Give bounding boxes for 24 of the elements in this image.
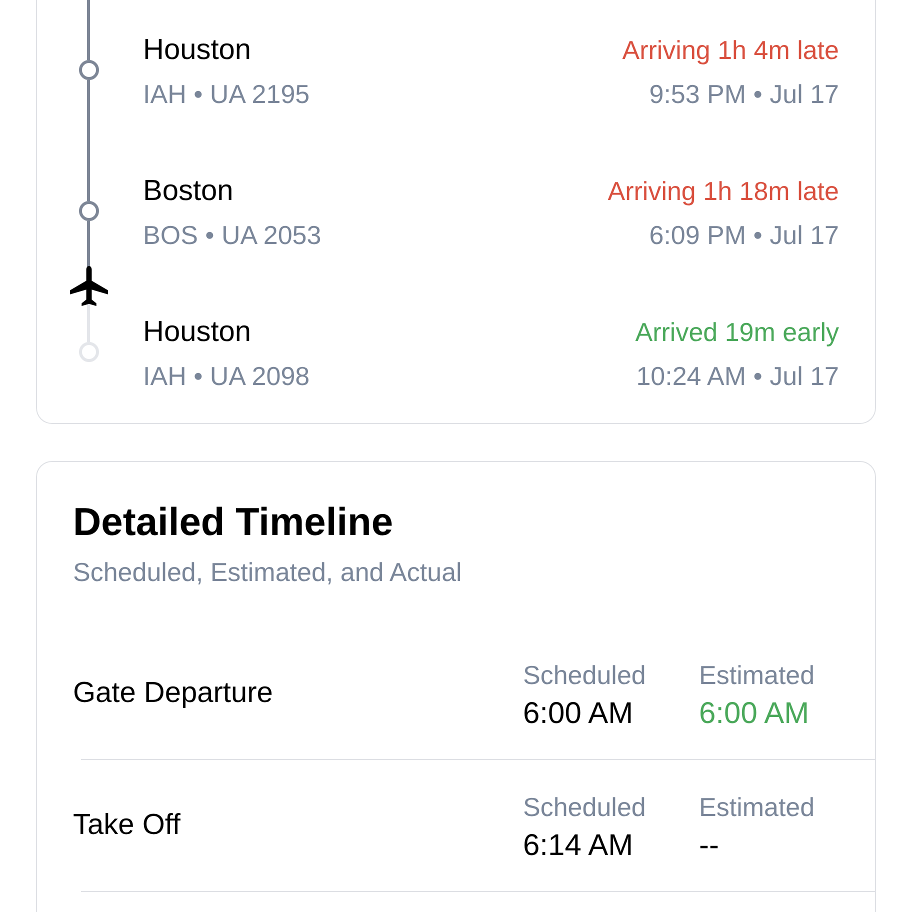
flight-code: IAH • UA 2098 <box>143 360 310 393</box>
event-label: Gate Departure <box>73 676 274 711</box>
event-label: Take Off <box>73 808 182 843</box>
arrival-time: 9:53 PM • Jul 17 <box>649 78 839 111</box>
arrival-time: 10:24 AM • Jul 17 <box>636 360 839 393</box>
time-value: 6:00 AM <box>699 696 810 732</box>
time-value: -- <box>699 828 720 864</box>
flight-code: IAH • UA 2195 <box>143 78 310 111</box>
section-title: Detailed Timeline <box>73 500 394 546</box>
time-value: 6:00 AM <box>523 696 634 732</box>
arrival-status: Arrived 19m early <box>635 316 839 349</box>
column-heading: Estimated <box>699 790 816 824</box>
column-heading: Scheduled <box>523 790 647 824</box>
city-name: Boston <box>143 174 234 209</box>
section-subtitle: Scheduled, Estimated, and Actual <box>73 556 463 589</box>
flight-code: BOS • UA 2053 <box>143 219 322 252</box>
arrival-status: Arriving 1h 4m late <box>622 34 839 67</box>
column-heading: Estimated <box>699 658 816 692</box>
arrival-status: Arriving 1h 18m late <box>608 175 839 208</box>
city-name: Houston <box>143 33 252 68</box>
city-name: Houston <box>143 315 252 350</box>
time-value: 6:14 AM <box>523 828 634 864</box>
arrival-time: 6:09 PM • Jul 17 <box>649 219 839 252</box>
column-heading: Scheduled <box>523 658 647 692</box>
